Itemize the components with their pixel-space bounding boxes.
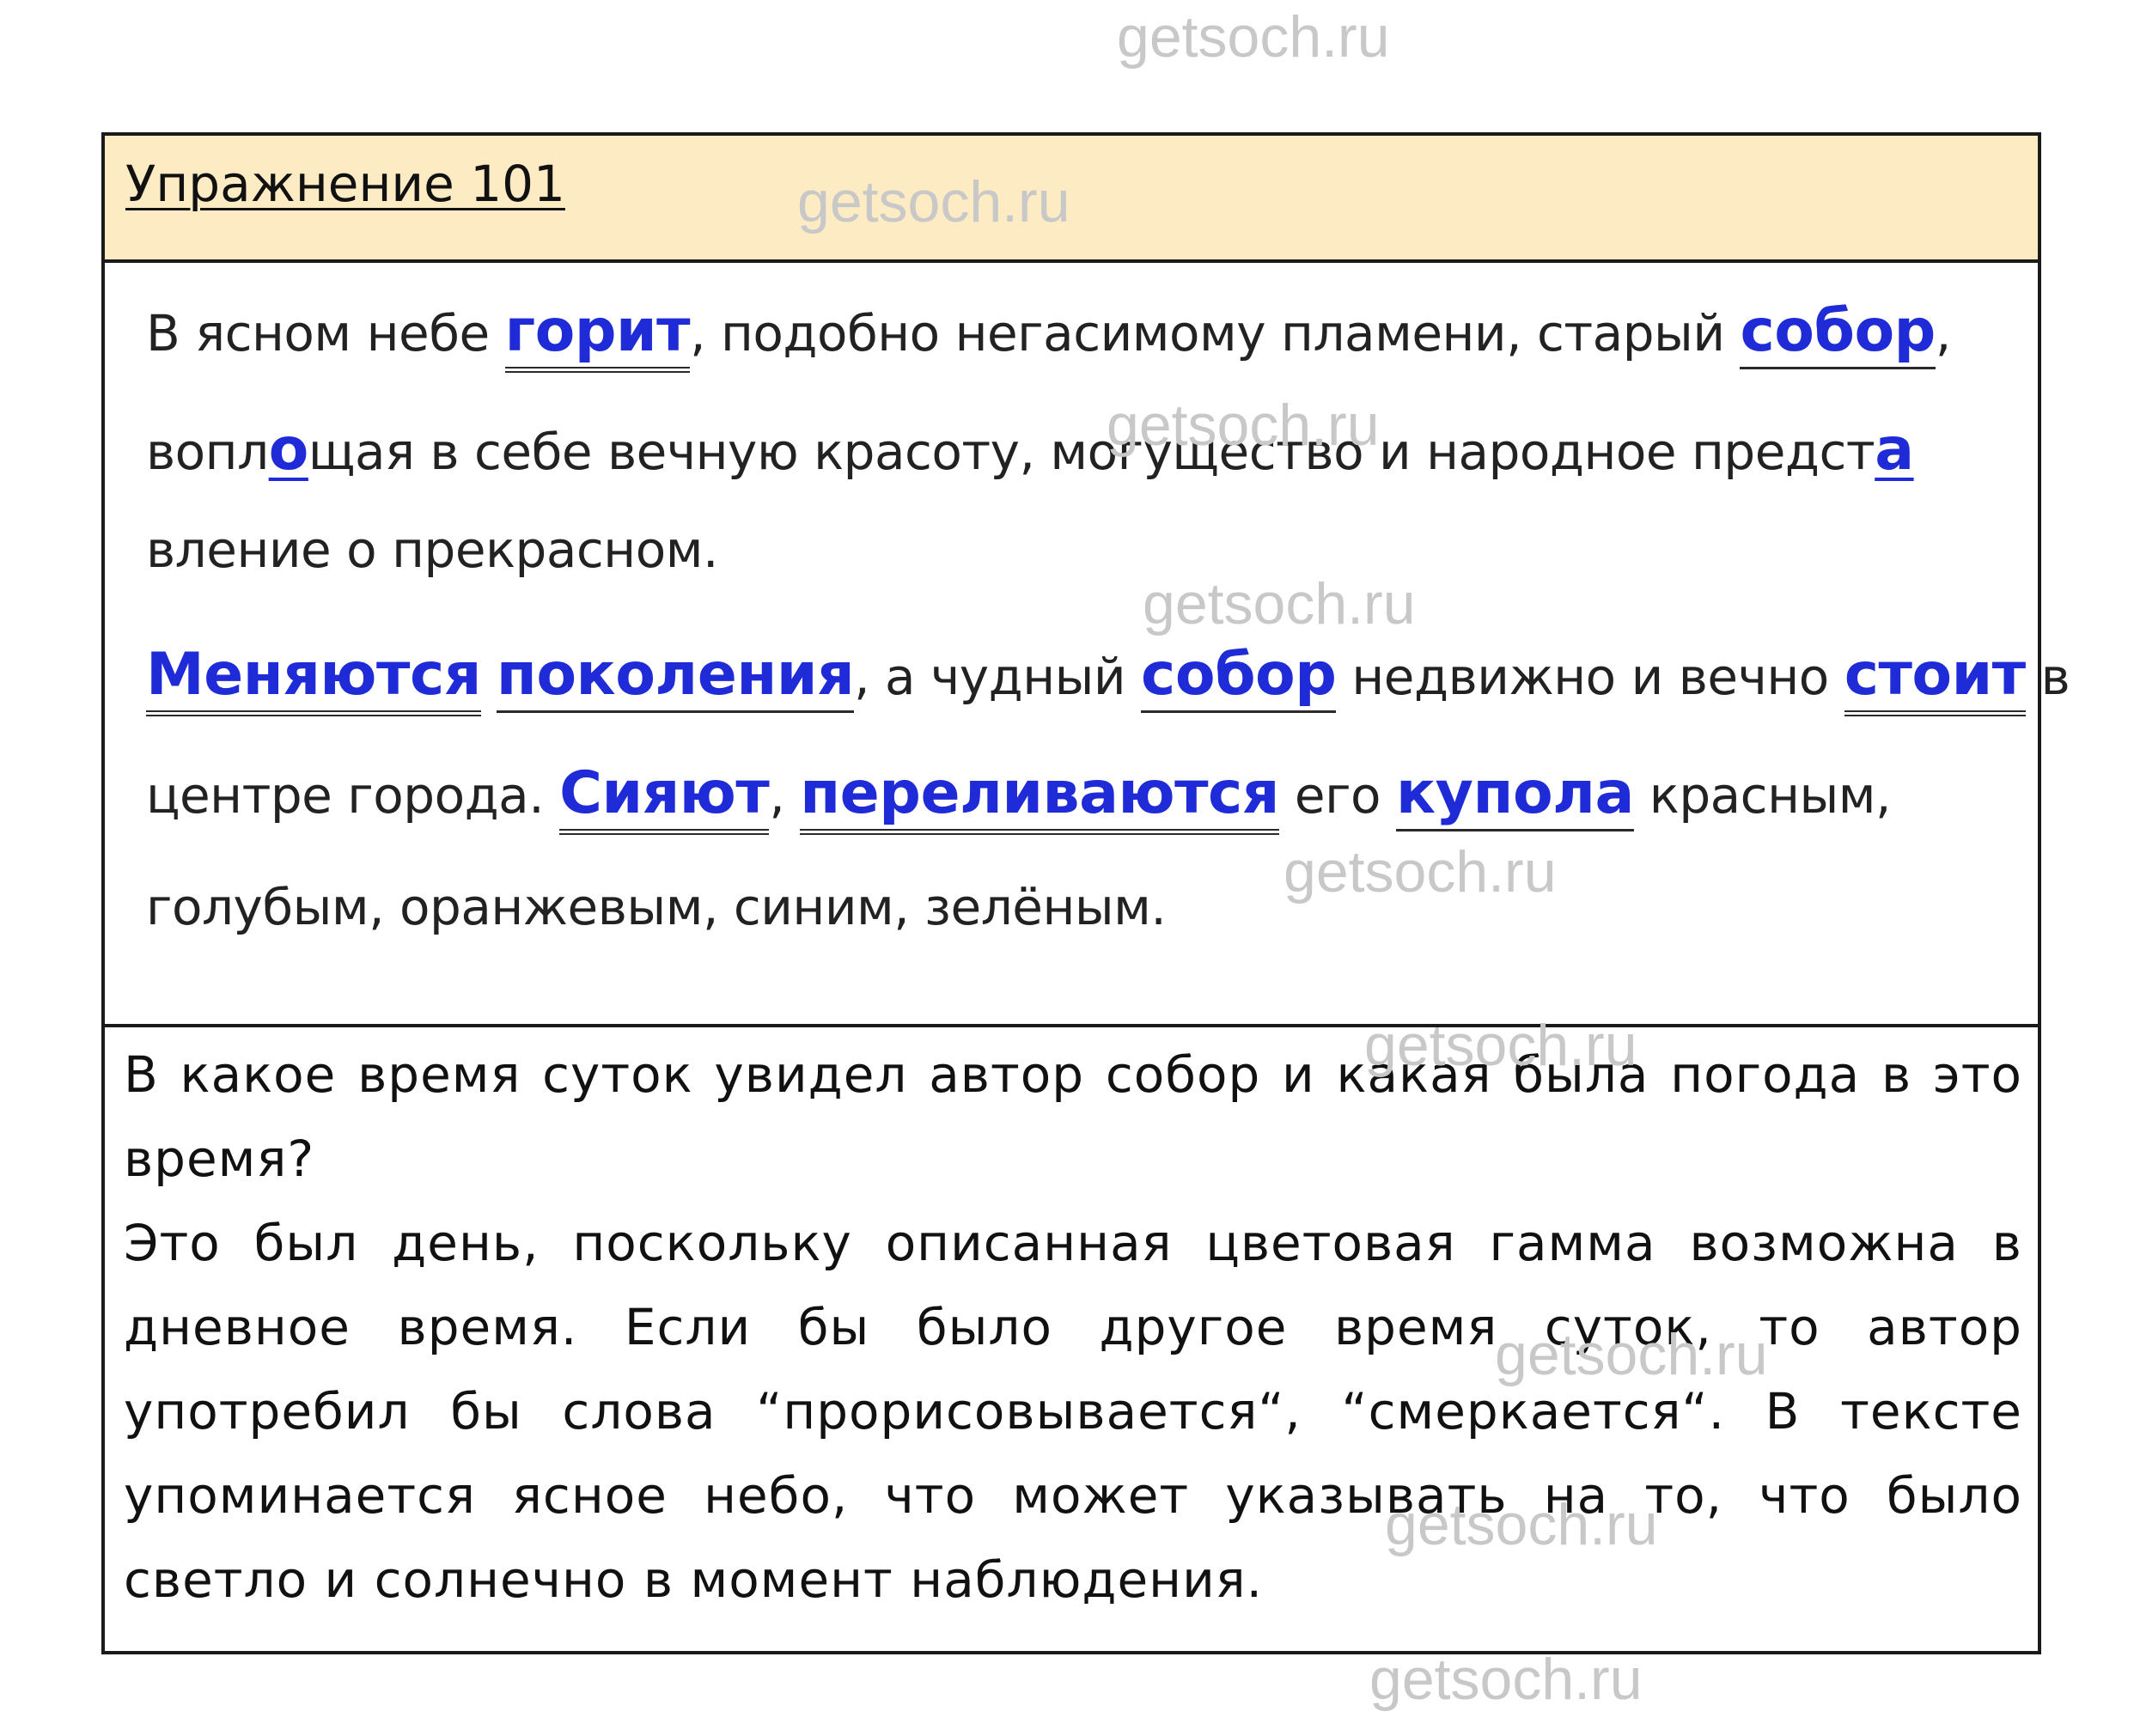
highlighted-letter-o: о <box>268 416 309 484</box>
text-fragment: недвижно и вечно <box>1336 648 1844 706</box>
text-fragment: его <box>1278 766 1396 825</box>
text-line-2: воплощая в себе вечную красоту, могущест… <box>146 416 1914 484</box>
subject-kupola: купола <box>1395 759 1634 831</box>
predicate-stoit: стоит <box>1844 641 2026 716</box>
text-fragment: вление о прекрасном. <box>146 521 718 579</box>
text-line-6: голубым, оранжевым, синим, зелёным. <box>146 878 1167 936</box>
predicate-siyayut: Сияют <box>559 759 770 835</box>
text-fragment: , а чудный <box>854 648 1142 706</box>
subject-sobor: собор <box>1740 297 1936 369</box>
predicate-gorit: горит <box>504 297 691 373</box>
question-text: В какое время суток увидел автор собор и… <box>124 1045 2022 1188</box>
exercise-text: В ясном небе горит, подобно негасимому п… <box>105 263 2070 1027</box>
text-line-5: центре города. Сияют, переливаются его к… <box>146 759 1891 835</box>
answer-text: Это был день, поскольку описанная цветов… <box>124 1214 2022 1609</box>
subject-pokoleniya: поколения <box>496 641 855 713</box>
predicate-perelivayutsya: переливаются <box>800 759 1279 835</box>
text-fragment: В ясном небе <box>146 304 505 362</box>
text-fragment: центре города. <box>146 766 560 825</box>
text-fragment: щая в себе вечную красоту, могущество и … <box>308 423 1875 481</box>
text-fragment: голубым, оранжевым, синим, зелёным. <box>146 878 1167 936</box>
text-line-4: Меняются поколения, а чудный собор недви… <box>146 641 2070 716</box>
subject-sobor-2: собор <box>1141 641 1337 713</box>
highlighted-letter-a: а <box>1875 416 1914 484</box>
exercise-title: Упражнение 101 <box>125 155 565 213</box>
predicate-menyayutsya: Меняются <box>146 641 481 716</box>
text-fragment: вопл <box>146 423 269 481</box>
watermark: getsoch.ru <box>1369 1647 1643 1712</box>
text-line-3: вление о прекрасном. <box>146 521 718 579</box>
watermark: getsoch.ru <box>1117 4 1390 70</box>
text-fragment: , <box>769 766 801 825</box>
exercise-card: Упражнение 101 В ясном небе горит, подоб… <box>101 132 2070 1654</box>
text-fragment: в <box>2025 648 2070 706</box>
text-fragment: , <box>1935 304 1951 362</box>
text-fragment: красным, <box>1633 766 1892 825</box>
text-line-1: В ясном небе горит, подобно негасимому п… <box>146 297 1951 373</box>
exercise-header: Упражнение 101 <box>105 136 2038 263</box>
answer-section: В какое время суток увидел автор собор и… <box>124 1032 2022 1622</box>
text-fragment: , подобно негасимому пламени, старый <box>690 304 1741 362</box>
